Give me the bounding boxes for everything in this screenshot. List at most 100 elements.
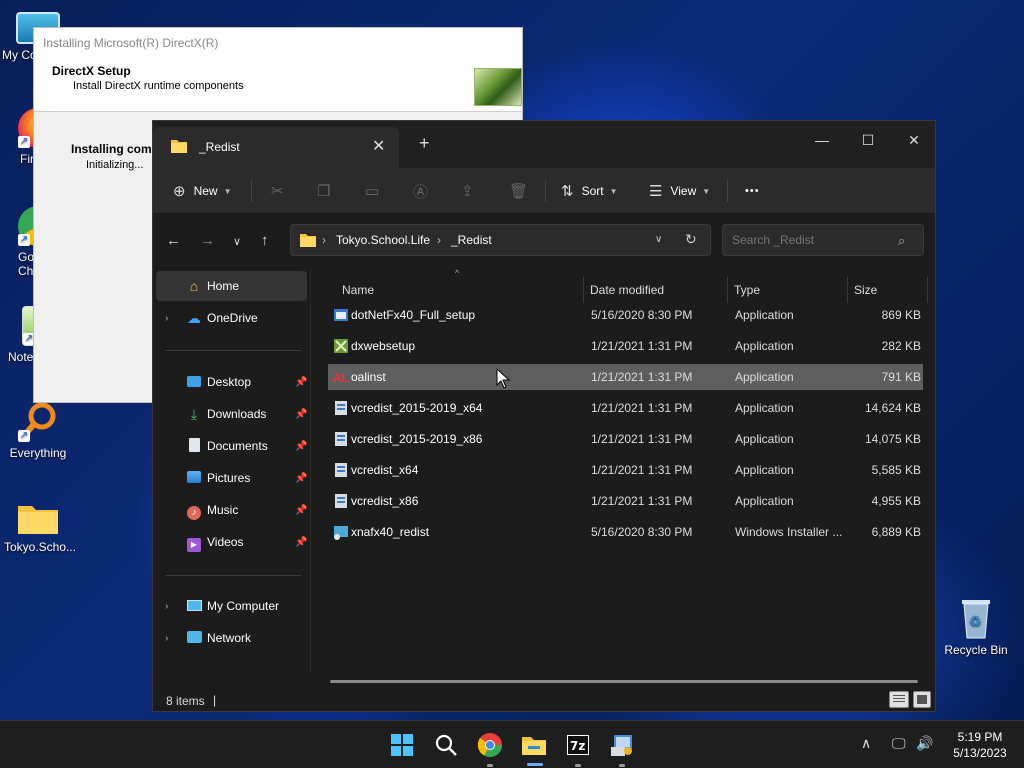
- column-header-name[interactable]: Name: [342, 275, 582, 303]
- column-header-type[interactable]: Type: [734, 275, 846, 303]
- shortcut-arrow-icon: ↗: [18, 430, 30, 442]
- nav-item-downloads[interactable]: ⤓ Downloads 📌: [156, 399, 308, 429]
- cloud-icon: ☁: [187, 310, 201, 326]
- desktop-icon-everything[interactable]: ↗ Everything: [0, 402, 76, 460]
- nav-item-videos[interactable]: ▶ Videos 📌: [156, 527, 307, 557]
- view-button[interactable]: ☰ View ▼: [649, 179, 710, 203]
- file-explorer-window[interactable]: _Redist ✕ + — ☐ ✕ ⊕ New ▼ ✂ ❐ ▭ Ⓐ ⇪ 🗑 ⇅ …: [152, 120, 936, 712]
- column-divider[interactable]: [927, 277, 928, 303]
- table-row[interactable]: dotNetFx40_Full_setup 5/16/2020 8:30 PM …: [328, 302, 923, 328]
- start-windows-icon[interactable]: [388, 731, 416, 759]
- show-hidden-icons-chevron-icon[interactable]: ∧: [861, 735, 871, 752]
- document-icon: [186, 438, 202, 454]
- cut-button[interactable]: ✂: [271, 179, 292, 203]
- pin-icon[interactable]: 📌: [295, 377, 307, 388]
- pin-icon[interactable]: 📌: [295, 441, 307, 452]
- file-size: 4,955 KB: [871, 494, 921, 508]
- taskbar: 7z ∧ 🖵 🔊 5:19 PM 5/13/2023: [0, 720, 1024, 768]
- refresh-icon[interactable]: ↻: [685, 231, 697, 248]
- directx-window-title: Installing Microsoft(R) DirectX(R): [34, 28, 522, 58]
- pin-icon[interactable]: 📌: [295, 409, 307, 420]
- address-dropdown-chevron-icon[interactable]: ∨: [655, 234, 662, 245]
- column-header-date[interactable]: Date modified: [590, 275, 726, 303]
- nav-item-my-computer[interactable]: › My Computer: [156, 591, 307, 621]
- more-options-button[interactable]: •••: [745, 179, 760, 203]
- share-button[interactable]: ⇪: [461, 179, 482, 203]
- pin-icon[interactable]: 📌: [295, 473, 307, 484]
- nav-item-network[interactable]: › Network: [156, 623, 307, 653]
- sort-button[interactable]: ⇅ Sort ▼: [561, 179, 618, 203]
- nav-item-desktop[interactable]: Desktop 📌: [156, 367, 307, 397]
- file-date: 1/21/2021 1:31 PM: [591, 494, 693, 508]
- desktop-icon-recycle-bin[interactable]: ♻ Recycle Bin: [940, 596, 1012, 657]
- delete-button[interactable]: 🗑: [509, 179, 536, 203]
- breadcrumb-tokyo-school-life[interactable]: Tokyo.School.Life: [336, 233, 430, 247]
- table-row[interactable]: AL oalinst 1/21/2021 1:31 PM Application…: [328, 364, 923, 390]
- shortcut-arrow-icon: ↗: [18, 136, 30, 148]
- paste-button[interactable]: ▭: [365, 179, 387, 203]
- recent-locations-chevron-icon[interactable]: ∨: [233, 235, 241, 248]
- running-indicator: [619, 764, 625, 767]
- column-divider[interactable]: [727, 277, 728, 303]
- file-name: vcredist_2015-2019_x86: [351, 432, 483, 446]
- desktop-icon-tokyo-school[interactable]: Tokyo.Scho...: [0, 500, 76, 554]
- tiles-view-icon[interactable]: [913, 691, 931, 708]
- column-header-label: Size: [854, 283, 878, 297]
- video-icon: ▶: [186, 534, 202, 552]
- column-divider[interactable]: [583, 277, 584, 303]
- search-icon[interactable]: [432, 731, 460, 759]
- copy-button[interactable]: ❐: [317, 179, 338, 203]
- file-date: 5/16/2020 8:30 PM: [591, 525, 693, 539]
- search-input[interactable]: [722, 224, 924, 256]
- table-row[interactable]: vcredist_x86 1/21/2021 1:31 PM Applicati…: [328, 488, 923, 514]
- 7zip-icon[interactable]: 7z: [564, 731, 592, 759]
- file-explorer-icon[interactable]: [520, 731, 548, 759]
- nav-item-onedrive[interactable]: › ☁ OneDrive: [156, 303, 307, 333]
- new-tab-icon[interactable]: +: [419, 133, 430, 154]
- nav-item-documents[interactable]: Documents 📌: [156, 431, 307, 461]
- volume-icon[interactable]: 🔊: [916, 735, 933, 752]
- tab-redist[interactable]: _Redist ✕: [153, 127, 399, 168]
- table-row[interactable]: xnafx40_redist 5/16/2020 8:30 PM Windows…: [328, 519, 923, 545]
- chevron-right-icon[interactable]: ›: [165, 633, 168, 644]
- file-size: 869 KB: [881, 308, 921, 322]
- tab-label: _Redist: [199, 140, 240, 154]
- system-clock[interactable]: 5:19 PM 5/13/2023: [946, 729, 1014, 761]
- file-size: 14,075 KB: [864, 432, 921, 446]
- details-view-icon[interactable]: [889, 691, 909, 708]
- breadcrumb-redist[interactable]: _Redist: [451, 233, 492, 247]
- nav-divider: [165, 575, 301, 576]
- nav-item-music[interactable]: ♪ Music 📌: [156, 495, 307, 525]
- forward-arrow-icon[interactable]: →: [200, 232, 215, 249]
- network-status-icon[interactable]: 🖵: [892, 735, 906, 752]
- table-row[interactable]: vcredist_x64 1/21/2021 1:31 PM Applicati…: [328, 457, 923, 483]
- tab-bar: _Redist ✕ + — ☐ ✕: [153, 121, 935, 168]
- close-tab-icon[interactable]: ✕: [372, 136, 385, 156]
- close-window-icon[interactable]: ✕: [891, 125, 937, 155]
- up-arrow-icon[interactable]: ↑: [261, 232, 269, 249]
- nav-item-home[interactable]: ⌂ Home: [156, 271, 307, 301]
- horizontal-scrollbar[interactable]: [330, 680, 918, 683]
- new-button[interactable]: ⊕ New ▼: [173, 179, 232, 203]
- pin-icon[interactable]: 📌: [295, 537, 307, 548]
- table-row[interactable]: vcredist_2015-2019_x64 1/21/2021 1:31 PM…: [328, 395, 923, 421]
- minimize-icon[interactable]: —: [799, 125, 845, 155]
- maximize-icon[interactable]: ☐: [845, 125, 891, 155]
- pin-icon[interactable]: 📌: [295, 505, 307, 516]
- table-row[interactable]: vcredist_2015-2019_x86 1/21/2021 1:31 PM…: [328, 426, 923, 452]
- back-arrow-icon[interactable]: ←: [166, 232, 181, 249]
- folder-icon: [171, 140, 187, 153]
- picture-icon: [186, 470, 202, 486]
- address-bar[interactable]: › Tokyo.School.Life › _Redist ∨ ↻: [290, 224, 711, 256]
- desktop-icon-label: Everything: [9, 446, 67, 460]
- chrome-icon[interactable]: [476, 731, 504, 759]
- directx-setup-icon[interactable]: [608, 731, 636, 759]
- column-header-size[interactable]: Size: [854, 275, 924, 303]
- nav-item-pictures[interactable]: Pictures 📌: [156, 463, 307, 493]
- rename-button[interactable]: Ⓐ: [413, 179, 436, 203]
- column-divider[interactable]: [847, 277, 848, 303]
- table-row[interactable]: dxwebsetup 1/21/2021 1:31 PM Application…: [328, 333, 923, 359]
- chevron-right-icon[interactable]: ›: [165, 313, 168, 324]
- chevron-right-icon[interactable]: ›: [165, 601, 168, 612]
- computer-icon: [186, 598, 202, 614]
